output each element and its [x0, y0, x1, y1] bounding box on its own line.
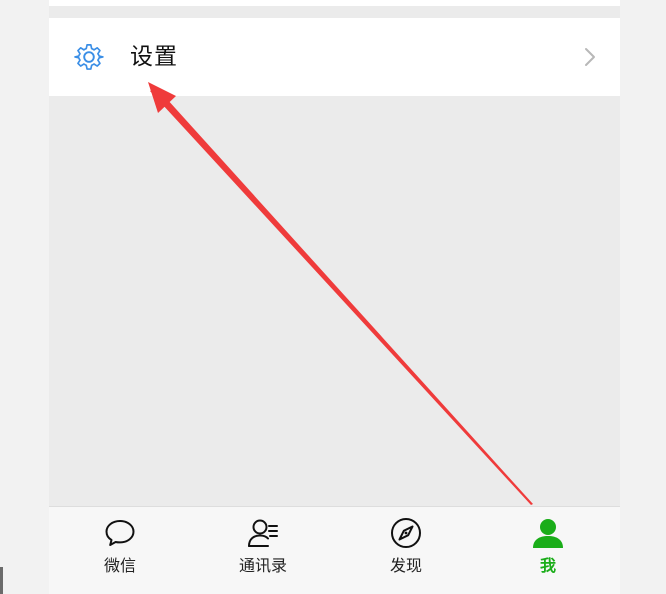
tab-wechat-label: 微信	[103, 556, 136, 575]
tab-me[interactable]: 我	[493, 507, 603, 594]
chevron-right-icon	[585, 48, 595, 66]
gear-icon	[74, 44, 104, 70]
screenshot-viewport: 设置 微信 通讯录 发现 我	[0, 0, 666, 594]
settings-row[interactable]: 设置	[49, 18, 620, 96]
tab-discover-label: 发现	[389, 556, 422, 575]
settings-label: 设置	[130, 44, 178, 70]
left-margin	[0, 0, 49, 594]
person-icon	[533, 519, 563, 548]
tab-contacts-label: 通讯录	[238, 556, 287, 575]
right-margin	[620, 0, 666, 594]
bottom-tab-bar: 微信 通讯录 发现 我	[49, 506, 620, 594]
window-edge-mark	[0, 567, 3, 594]
previous-list-item-edge	[49, 0, 620, 6]
chat-bubble-icon	[105, 520, 135, 546]
contacts-icon	[248, 519, 278, 547]
wechat-me-screen: 设置 微信 通讯录 发现 我	[49, 0, 620, 594]
tab-wechat[interactable]: 微信	[65, 507, 175, 594]
tab-me-label: 我	[539, 556, 556, 575]
compass-icon	[391, 518, 421, 548]
tab-contacts[interactable]: 通讯录	[208, 507, 318, 594]
tab-discover[interactable]: 发现	[351, 507, 461, 594]
